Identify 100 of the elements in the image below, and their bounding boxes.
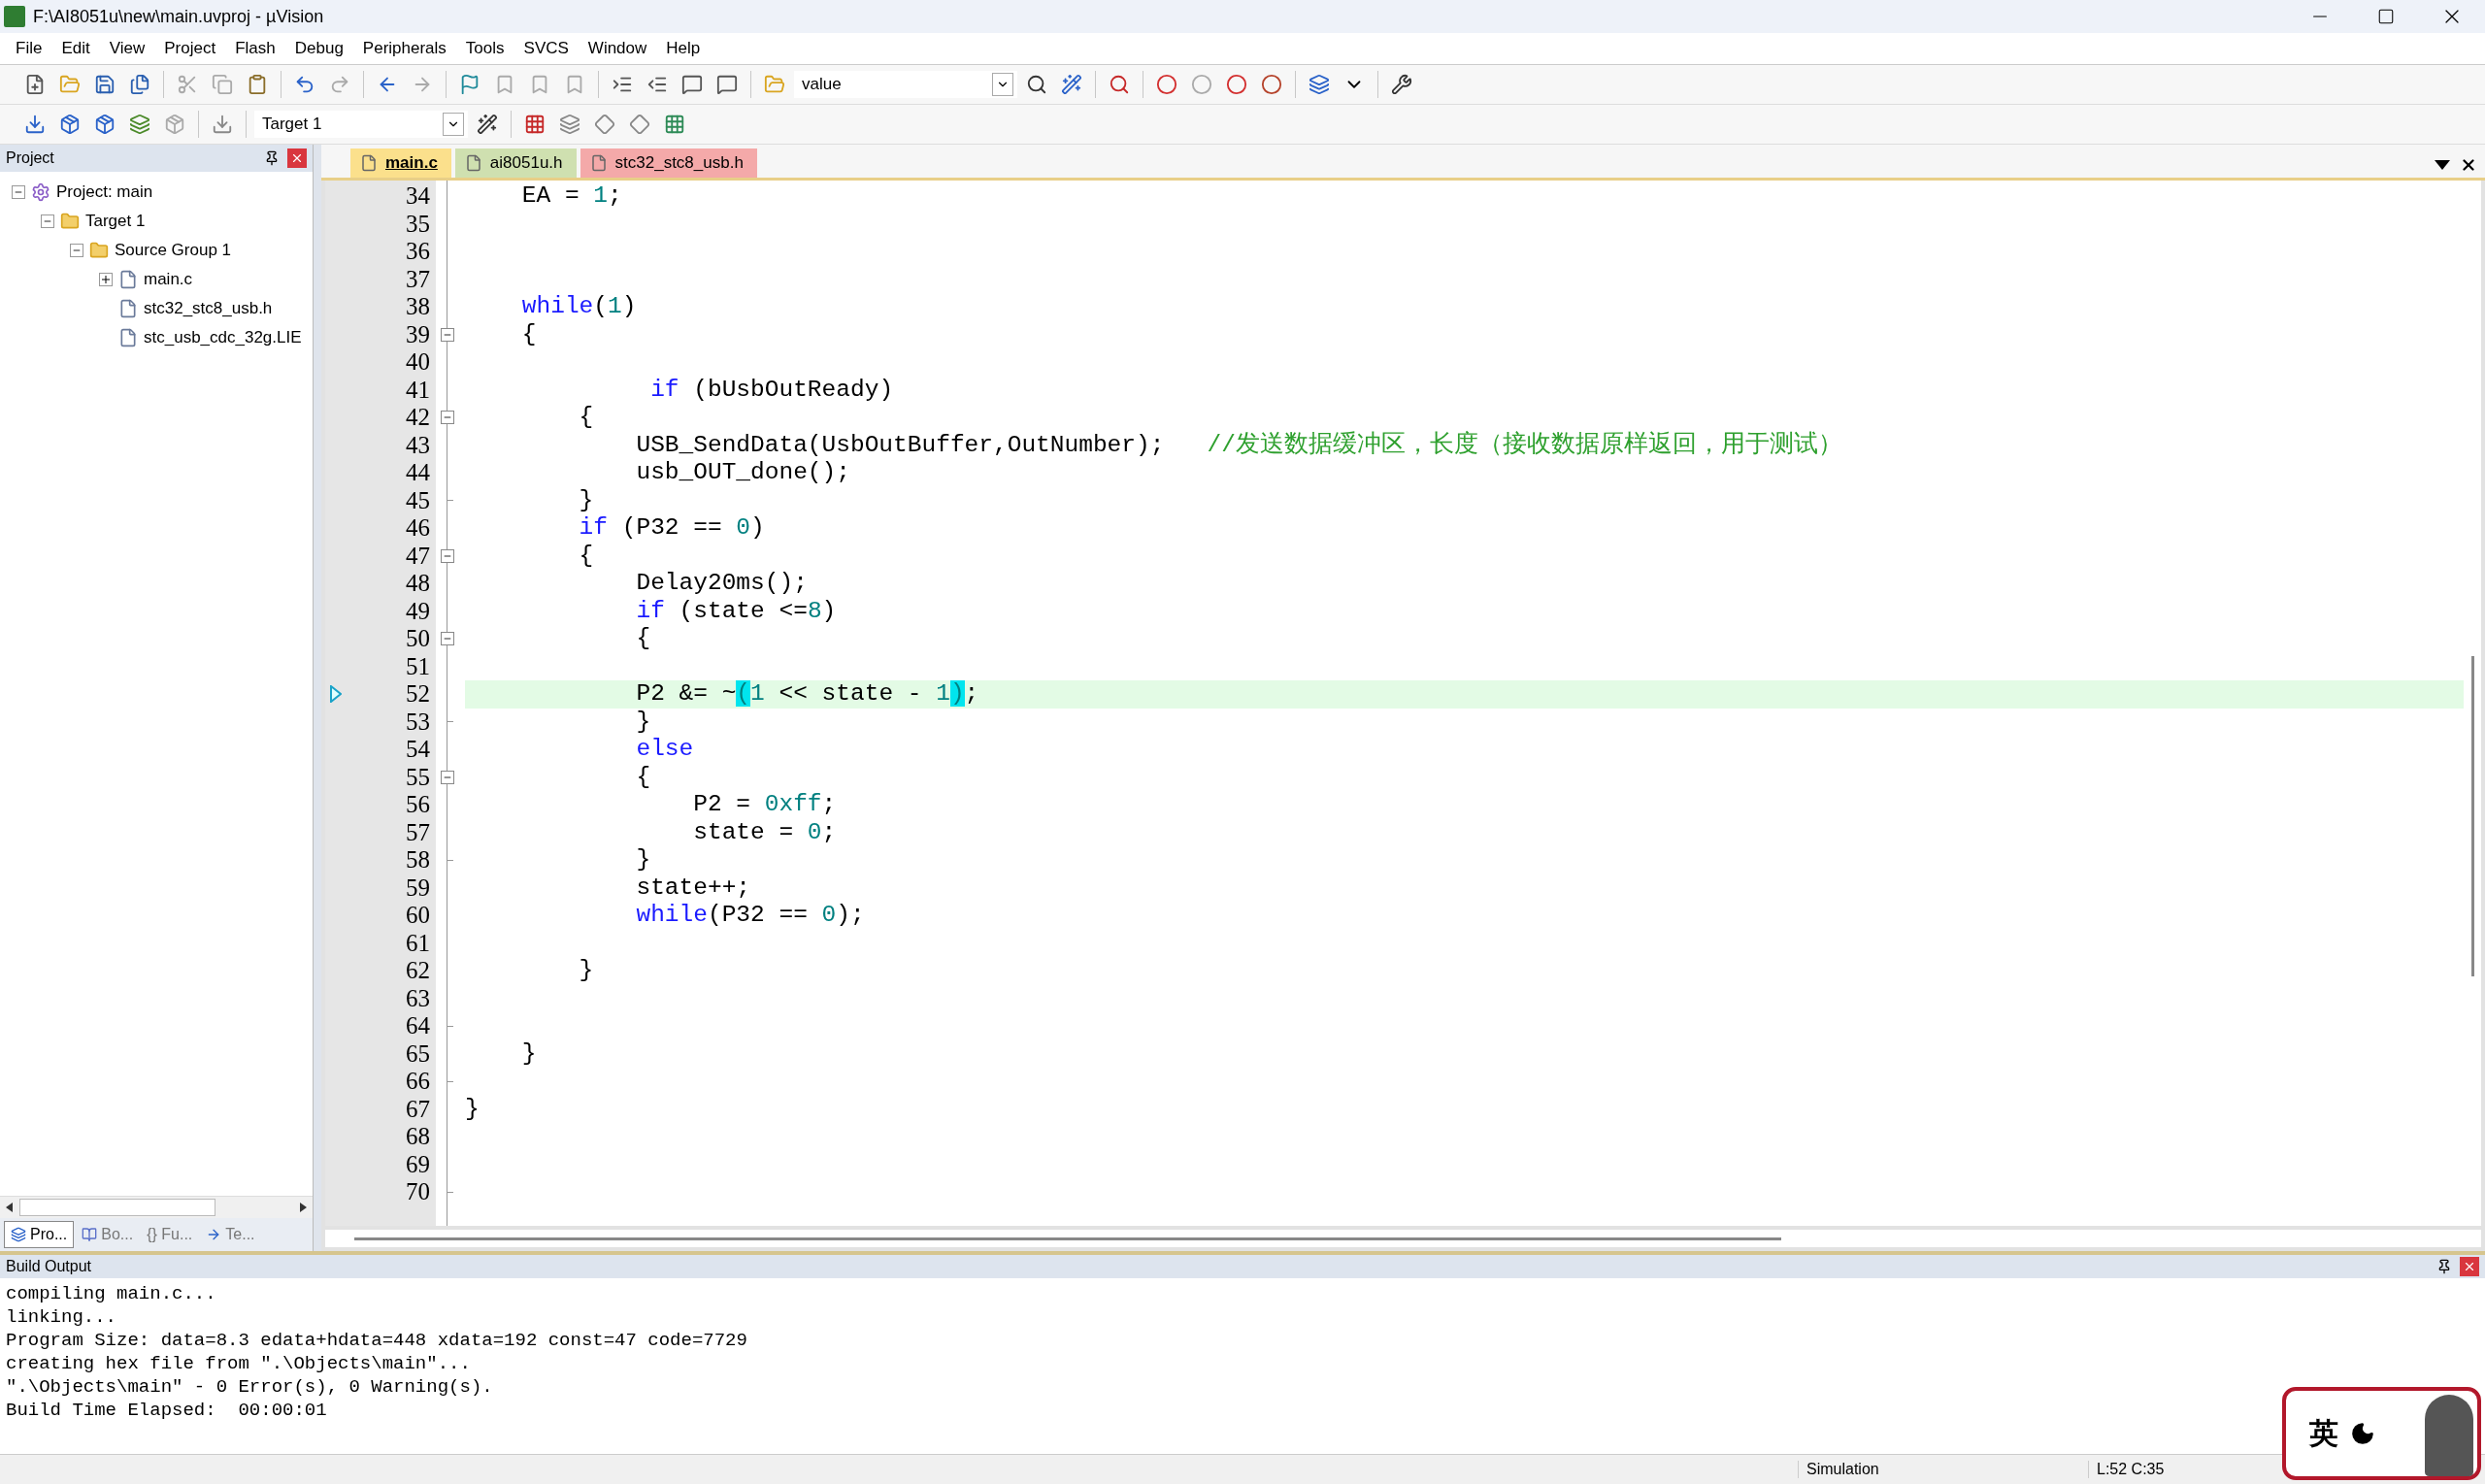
new-file-icon[interactable]: [24, 74, 46, 95]
dropdown-icon[interactable]: [2435, 160, 2450, 170]
bookmark-flag-icon[interactable]: [459, 74, 480, 95]
line-number: 61: [405, 929, 431, 957]
scroll-right-icon[interactable]: [299, 1203, 307, 1212]
scrollbar-thumb[interactable]: [2470, 656, 2474, 976]
fold-toggle[interactable]: [441, 548, 454, 563]
code-line: else: [635, 736, 695, 764]
save-icon[interactable]: [94, 74, 116, 95]
panel-tab[interactable]: Te...: [200, 1221, 261, 1248]
search-icon[interactable]: [1026, 74, 1047, 95]
tree-item[interactable]: main.c: [144, 270, 193, 289]
tree-item[interactable]: stc_usb_cdc_32g.LIE: [144, 328, 302, 347]
fold-toggle[interactable]: [441, 632, 454, 646]
code-line: }: [520, 1039, 538, 1068]
close-icon[interactable]: [2460, 156, 2477, 174]
menu-item[interactable]: Project: [154, 39, 226, 58]
line-number: 63: [405, 984, 431, 1012]
scrollbar-thumb[interactable]: [354, 1237, 1781, 1240]
pin-icon[interactable]: [264, 150, 280, 166]
tree-item[interactable]: Target 1: [85, 212, 146, 231]
panel-tab[interactable]: {} Fu...: [141, 1221, 199, 1248]
code-line: USB_SendData(UsbOutBuffer,OutNumber); //发送数据缓冲区，长度（接收数据原样返回，用于测试）: [635, 431, 1843, 459]
file-tab[interactable]: main.c: [350, 148, 451, 178]
close-icon: [290, 151, 304, 165]
line-number: 59: [405, 874, 431, 902]
line-number: 55: [405, 763, 431, 791]
line-number: 35: [405, 210, 431, 238]
fold-toggle[interactable]: [441, 327, 454, 342]
wand-icon[interactable]: [1061, 74, 1082, 95]
line-number: 43: [405, 431, 431, 459]
ime-mode-label: 英: [2309, 1414, 2338, 1452]
line-number: 44: [405, 459, 431, 487]
tree-item[interactable]: stc32_stc8_usb.h: [144, 299, 273, 318]
menu-item[interactable]: Help: [656, 39, 711, 58]
line-number: 49: [405, 597, 431, 625]
code-line: state = 0;: [692, 818, 838, 846]
scrollbar-thumb[interactable]: [19, 1199, 215, 1216]
collapse-toggle[interactable]: [12, 185, 25, 199]
wrench-icon[interactable]: [1391, 74, 1412, 95]
menu-item[interactable]: SVCS: [514, 39, 579, 58]
panel-title: Project: [6, 149, 55, 167]
line-number: 65: [405, 1039, 431, 1068]
folder-icon: [89, 241, 109, 260]
app-logo-icon: [4, 6, 25, 27]
code-line: while(1): [520, 293, 638, 321]
restore-icon[interactable]: [2377, 8, 2395, 25]
diamond-icon[interactable]: [594, 114, 615, 135]
line-number: 34: [405, 182, 431, 211]
line-number: 64: [405, 1012, 431, 1040]
target-dropdown[interactable]: Target 1: [254, 111, 468, 138]
debug-search-icon[interactable]: [1109, 74, 1130, 95]
line-number: 70: [405, 1178, 431, 1206]
ime-widget[interactable]: 英: [2282, 1387, 2481, 1480]
code-line: usb_OUT_done();: [635, 459, 851, 487]
menu-item[interactable]: Edit: [51, 39, 100, 58]
breakpoint-icon[interactable]: [1156, 74, 1177, 95]
file-tab[interactable]: ai8051u.h: [454, 148, 577, 178]
line-number: 50: [405, 625, 431, 653]
pin-icon[interactable]: [2436, 1259, 2452, 1274]
tree-item[interactable]: Source Group 1: [115, 241, 231, 260]
line-number: 52: [405, 680, 431, 709]
expand-toggle[interactable]: [99, 273, 113, 286]
find-dropdown[interactable]: value: [794, 71, 1017, 98]
menu-item[interactable]: File: [6, 39, 52, 58]
panel-tab[interactable]: Bo...: [76, 1221, 140, 1248]
fold-toggle[interactable]: [441, 411, 454, 425]
panel-title: Build Output: [6, 1258, 93, 1275]
wand-icon[interactable]: [477, 114, 498, 135]
close-button[interactable]: [287, 148, 307, 168]
menu-item[interactable]: Debug: [284, 39, 353, 58]
comment-icon[interactable]: [681, 74, 703, 95]
menu-item[interactable]: Tools: [455, 39, 514, 58]
menu-item[interactable]: View: [99, 39, 155, 58]
collapse-toggle[interactable]: [41, 214, 54, 228]
code-line: {: [635, 763, 652, 791]
stack-icon[interactable]: [559, 114, 580, 135]
scroll-left-icon[interactable]: [6, 1203, 14, 1212]
code-line: if (bUsbOutReady): [649, 376, 895, 404]
menu-item[interactable]: Window: [578, 39, 657, 58]
menu-item[interactable]: Flash: [225, 39, 285, 58]
close-button[interactable]: [2460, 1257, 2479, 1276]
code-line: {: [578, 542, 595, 570]
panel-tab[interactable]: Pro...: [4, 1221, 75, 1248]
undo-icon[interactable]: [294, 74, 315, 95]
save-all-icon[interactable]: [129, 74, 150, 95]
uncomment-icon[interactable]: [716, 74, 738, 95]
line-number: 36: [405, 238, 431, 266]
paste-icon[interactable]: [247, 74, 268, 95]
tree-item[interactable]: Project: main: [56, 182, 153, 202]
fold-toggle[interactable]: [441, 770, 454, 784]
collapse-toggle[interactable]: [70, 244, 83, 257]
window-title: F:\AI8051u\new\main.uvproj - µVision: [33, 6, 325, 27]
ring-icon[interactable]: [1226, 74, 1247, 95]
output-line: compiling main.c...: [6, 1282, 217, 1305]
file-icon: [589, 154, 608, 172]
line-number: 41: [405, 376, 431, 404]
menu-item[interactable]: Peripherals: [352, 39, 456, 58]
file-tab[interactable]: stc32_stc8_usb.h: [580, 148, 757, 178]
load-icon[interactable]: [212, 114, 233, 135]
